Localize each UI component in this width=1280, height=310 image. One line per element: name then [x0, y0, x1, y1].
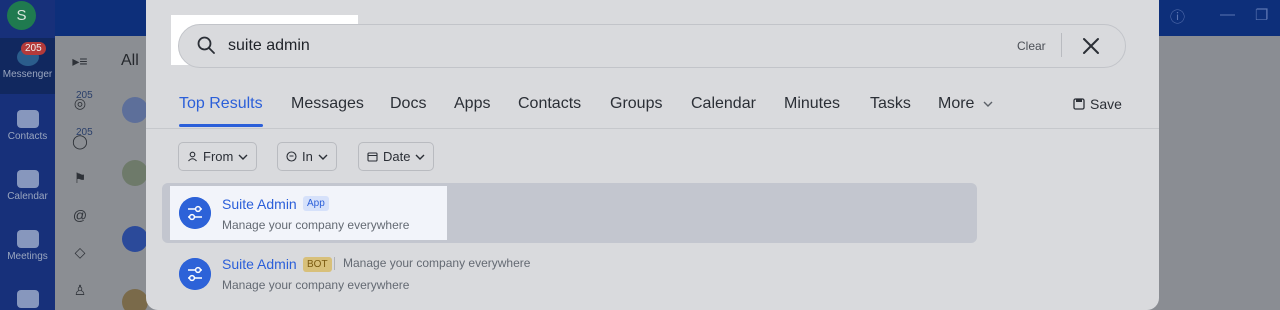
- rail-item-calendar[interactable]: Calendar: [0, 170, 55, 202]
- filter-from[interactable]: From: [178, 142, 258, 171]
- tab-calendar[interactable]: Calendar: [691, 95, 756, 113]
- chat-avatar[interactable]: [122, 97, 148, 123]
- result-type-badge: App: [303, 196, 329, 211]
- save-button[interactable]: Save: [1073, 96, 1122, 112]
- minimize-icon[interactable]: —: [1220, 6, 1235, 23]
- filter-label: Date: [383, 149, 411, 164]
- tab-top-results[interactable]: Top Results: [179, 95, 263, 113]
- video-icon: [16, 230, 39, 248]
- chevron-down-icon: [318, 154, 328, 160]
- search-query[interactable]: suite admin: [228, 37, 310, 55]
- result-inline-description: Manage your company everywhere: [343, 256, 531, 270]
- person-icon: [188, 151, 197, 162]
- active-tab-indicator: [179, 124, 263, 127]
- filter-in[interactable]: In: [277, 142, 337, 171]
- unread-badge: 205: [21, 42, 46, 55]
- filter-date[interactable]: Date: [358, 142, 435, 171]
- chat-avatar[interactable]: [122, 226, 148, 252]
- chat-avatar[interactable]: [122, 160, 148, 186]
- chat-list-heading: All: [121, 52, 139, 69]
- tab-more-label: More: [938, 95, 975, 112]
- restore-icon[interactable]: ❐: [1255, 6, 1268, 24]
- tab-messages[interactable]: Messages: [291, 95, 364, 113]
- result-description: Manage your company everywhere: [222, 218, 410, 232]
- chevron-down-icon: [238, 154, 248, 160]
- rail-item-label: Calendar: [7, 191, 48, 202]
- chevron-down-icon: [415, 154, 425, 160]
- search-input[interactable]: [178, 24, 1126, 68]
- filter-label: In: [302, 149, 313, 164]
- tag-icon[interactable]: ◇: [71, 244, 89, 260]
- calendar-icon: [16, 170, 39, 188]
- mention-icon[interactable]: @: [71, 207, 89, 223]
- close-icon[interactable]: [1082, 37, 1100, 55]
- chevron-down-icon: [983, 101, 993, 107]
- tab-tasks[interactable]: Tasks: [870, 95, 911, 113]
- bot-settings-icon: [179, 258, 211, 290]
- unread-count: 205: [76, 90, 93, 101]
- app-navigation-rail: S Messenger 205 Contacts Calendar Meetin…: [0, 0, 55, 310]
- tab-apps[interactable]: Apps: [454, 95, 490, 113]
- result-type-badge: BOT: [303, 257, 332, 272]
- clear-button[interactable]: Clear: [1017, 39, 1046, 53]
- chat-avatar[interactable]: [122, 289, 148, 310]
- rail-item-label: Contacts: [7, 131, 48, 142]
- contacts-icon: [16, 110, 39, 128]
- chat-icon: [286, 151, 297, 162]
- user-avatar[interactable]: S: [7, 1, 36, 30]
- divider: [1061, 33, 1062, 57]
- result-description: Manage your company everywhere: [222, 278, 410, 292]
- search-modal: suite admin Clear Top Results Messages D…: [146, 0, 1159, 310]
- tab-more[interactable]: More: [938, 95, 993, 113]
- tabs-divider: [146, 128, 1159, 129]
- search-icon: [197, 36, 215, 54]
- rail-item-apps[interactable]: [0, 290, 55, 310]
- result-title[interactable]: Suite Admin: [222, 196, 297, 212]
- rail-item-meetings[interactable]: Meetings: [0, 230, 55, 262]
- tab-groups[interactable]: Groups: [610, 95, 662, 113]
- person-icon[interactable]: ♙: [71, 282, 89, 298]
- flag-icon[interactable]: ⚑: [71, 170, 89, 186]
- unread-count: 205: [76, 127, 93, 138]
- divider: [334, 257, 335, 270]
- app-settings-icon: [179, 197, 211, 229]
- rail-item-label: Messenger: [2, 69, 53, 80]
- rail-item-contacts[interactable]: Contacts: [0, 110, 55, 142]
- result-title[interactable]: Suite Admin: [222, 256, 297, 272]
- tab-minutes[interactable]: Minutes: [784, 95, 840, 113]
- calendar-icon: [367, 152, 378, 162]
- save-icon: [1073, 98, 1085, 110]
- help-icon[interactable]: ⓘ: [1170, 6, 1185, 27]
- filter-label: From: [203, 149, 234, 164]
- rail-item-label: Meetings: [7, 251, 48, 262]
- apps-grid-icon: [16, 290, 39, 308]
- expand-panel-icon[interactable]: ▸≡: [71, 53, 89, 69]
- tab-contacts[interactable]: Contacts: [518, 95, 581, 113]
- save-label: Save: [1090, 96, 1122, 112]
- tab-docs[interactable]: Docs: [390, 95, 426, 113]
